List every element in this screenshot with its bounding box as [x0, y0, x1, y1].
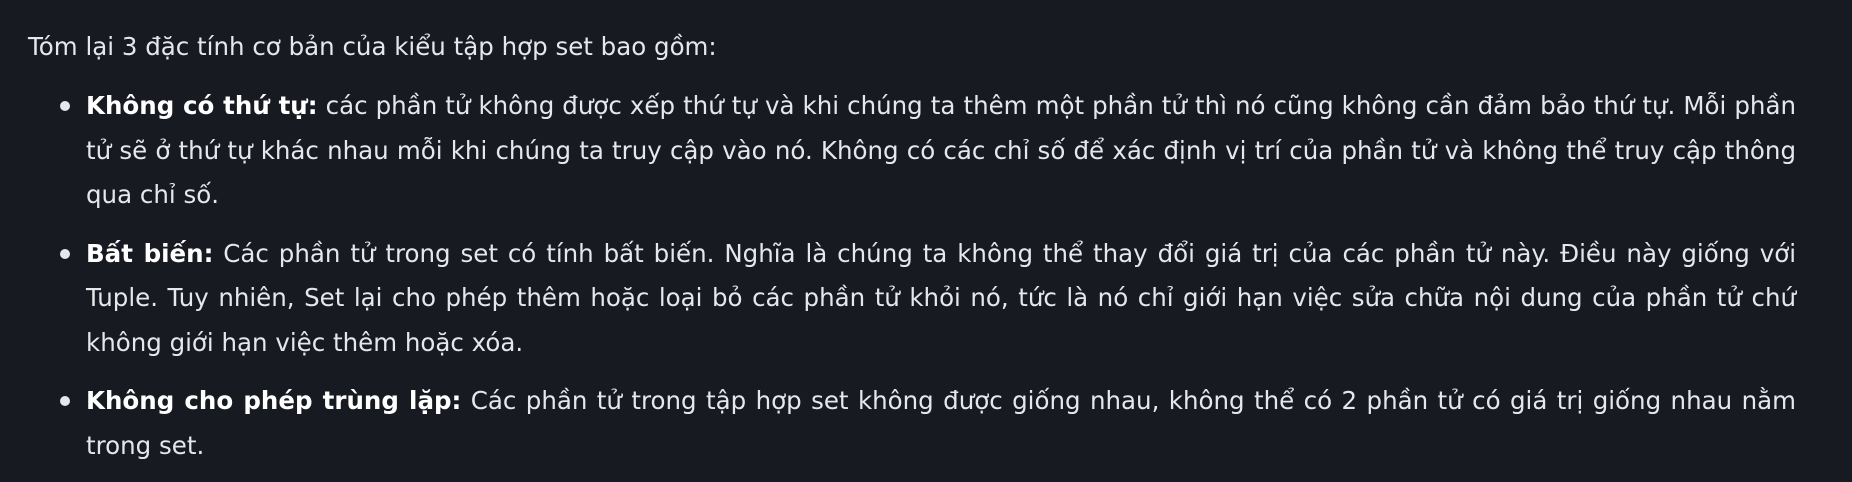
- bullet-icon: [60, 101, 70, 111]
- description-unordered: các phần tử không được xếp thứ tự và khi…: [86, 91, 1796, 209]
- description-immutable: Các phần tử trong set có tính bất biến. …: [86, 238, 1797, 357]
- list-item-no-duplicates: Không cho phép trùng lặp: Các phần tử tr…: [0, 379, 1796, 468]
- bullet-icon: [60, 248, 70, 259]
- term-unordered: Không có thứ tự:: [86, 91, 318, 120]
- list-item-immutable: Bất biến: Các phần tử trong set có tính …: [0, 232, 1796, 366]
- properties-list: Không có thứ tự: các phần tử không được …: [0, 84, 1852, 482]
- term-no-duplicates: Không cho phép trùng lặp:: [86, 386, 462, 415]
- list-item-unordered: Không có thứ tự: các phần tử không được …: [0, 84, 1796, 218]
- intro-paragraph: Tóm lại 3 đặc tính cơ bản của kiểu tập h…: [28, 32, 717, 61]
- term-immutable: Bất biến:: [86, 238, 214, 268]
- bullet-icon: [60, 396, 70, 406]
